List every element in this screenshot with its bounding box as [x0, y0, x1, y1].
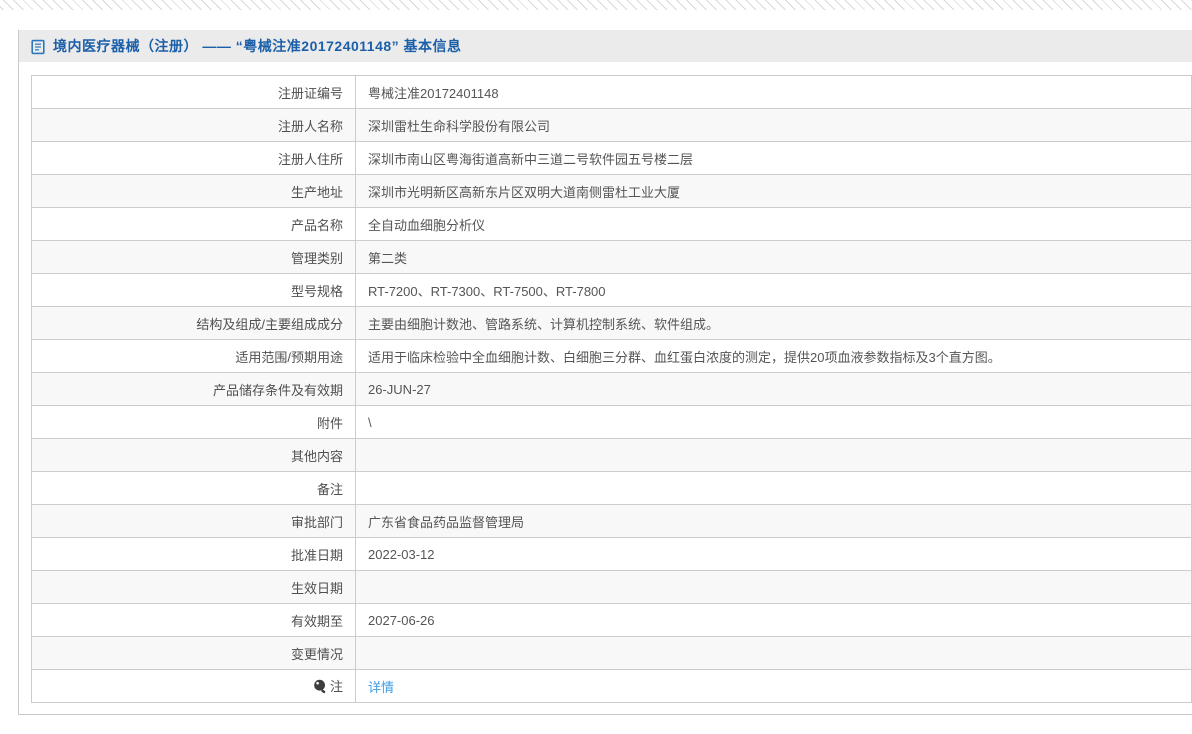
row-label: 型号规格 [31, 273, 356, 307]
row-label-text: 有效期至 [290, 613, 343, 629]
row-label: 结构及组成/主要组成成分 [31, 306, 356, 340]
page: 境内医疗器械（注册） —— “粤械注准20172401148” 基本信息 注册证… [0, 0, 1192, 734]
table-row: 生产地址 深圳市光明新区高新东片区双明大道南侧雷杜工业大厦 [31, 174, 1192, 208]
table-row: 注 详情 [31, 669, 1192, 703]
bulb-icon [313, 679, 327, 697]
registration-info-panel: 境内医疗器械（注册） —— “粤械注准20172401148” 基本信息 注册证… [18, 30, 1192, 715]
table-row: 结构及组成/主要组成成分 主要由细胞计数池、管路系统、计算机控制系统、软件组成。 [31, 306, 1192, 340]
table-row: 产品名称 全自动血细胞分析仪 [31, 207, 1192, 241]
table-row: 注册证编号 粤械注准20172401148 [31, 75, 1192, 109]
row-value: 详情 [355, 669, 1192, 703]
row-label: 管理类别 [31, 240, 356, 274]
row-label: 产品名称 [31, 207, 356, 241]
row-value: 深圳雷杜生命科学股份有限公司 [355, 108, 1192, 142]
row-label: 生效日期 [31, 570, 356, 604]
row-value: 适用于临床检验中全血细胞计数、白细胞三分群、血红蛋白浓度的测定，提供20项血液参… [355, 339, 1192, 373]
row-label: 注册证编号 [31, 75, 356, 109]
row-label-text: 生产地址 [290, 184, 343, 200]
document-icon [30, 39, 46, 55]
table-row: 审批部门 广东省食品药品监督管理局 [31, 504, 1192, 538]
row-value: 深圳市光明新区高新东片区双明大道南侧雷杜工业大厦 [355, 174, 1192, 208]
row-label: 审批部门 [31, 504, 356, 538]
row-label: 适用范围/预期用途 [31, 339, 356, 373]
row-label: 注 [31, 669, 356, 703]
registration-table: 注册证编号 粤械注准20172401148 注册人名称 深圳雷杜生命科学股份有限… [31, 75, 1192, 703]
row-label-text: 生效日期 [290, 580, 343, 596]
row-value: \ [355, 405, 1192, 439]
row-label-text: 结构及组成/主要组成成分 [196, 316, 343, 332]
top-hatch-pattern [0, 0, 1192, 10]
row-label-text: 附件 [316, 415, 343, 431]
row-label-text: 备注 [316, 481, 343, 497]
row-label: 注册人名称 [31, 108, 356, 142]
table-row: 备注 [31, 471, 1192, 505]
row-value: 主要由细胞计数池、管路系统、计算机控制系统、软件组成。 [355, 306, 1192, 340]
row-label: 变更情况 [31, 636, 356, 670]
table-row: 批准日期 2022-03-12 [31, 537, 1192, 571]
row-label-text: 审批部门 [290, 514, 343, 530]
row-label: 注册人住所 [31, 141, 356, 175]
detail-link[interactable]: 详情 [368, 680, 394, 695]
row-label-text: 产品名称 [290, 217, 343, 233]
page-title: 境内医疗器械（注册） —— “粤械注准20172401148” 基本信息 [53, 38, 462, 54]
table-row: 生效日期 [31, 570, 1192, 604]
row-value: 2027-06-26 [355, 603, 1192, 637]
row-label-text: 其他内容 [290, 448, 343, 464]
row-value: 广东省食品药品监督管理局 [355, 504, 1192, 538]
row-value [355, 570, 1192, 604]
row-value: RT-7200、RT-7300、RT-7500、RT-7800 [355, 273, 1192, 307]
table-wrap: 注册证编号 粤械注准20172401148 注册人名称 深圳雷杜生命科学股份有限… [31, 75, 1192, 703]
row-label-text: 型号规格 [290, 283, 343, 299]
row-label-text: 变更情况 [290, 646, 343, 662]
row-label-text: 注册人名称 [277, 118, 343, 134]
registration-table-body: 注册证编号 粤械注准20172401148 注册人名称 深圳雷杜生命科学股份有限… [31, 75, 1192, 703]
table-row: 变更情况 [31, 636, 1192, 670]
row-value [355, 471, 1192, 505]
table-row: 注册人住所 深圳市南山区粤海街道高新中三道二号软件园五号楼二层 [31, 141, 1192, 175]
row-label-text: 注册人住所 [277, 151, 343, 167]
panel-header: 境内医疗器械（注册） —— “粤械注准20172401148” 基本信息 [19, 30, 1192, 62]
row-value [355, 636, 1192, 670]
row-label: 生产地址 [31, 174, 356, 208]
row-label: 有效期至 [31, 603, 356, 637]
row-label: 产品储存条件及有效期 [31, 372, 356, 406]
row-label-text: 适用范围/预期用途 [235, 349, 343, 365]
table-row: 其他内容 [31, 438, 1192, 472]
row-label-text: 管理类别 [290, 250, 343, 266]
row-label: 批准日期 [31, 537, 356, 571]
row-label-text: 注 [329, 678, 343, 694]
row-label-text: 产品储存条件及有效期 [212, 382, 343, 398]
row-value: 第二类 [355, 240, 1192, 274]
row-value: 深圳市南山区粤海街道高新中三道二号软件园五号楼二层 [355, 141, 1192, 175]
table-row: 有效期至 2027-06-26 [31, 603, 1192, 637]
row-label-text: 注册证编号 [277, 85, 343, 101]
table-row: 注册人名称 深圳雷杜生命科学股份有限公司 [31, 108, 1192, 142]
row-value: 2022-03-12 [355, 537, 1192, 571]
table-row: 产品储存条件及有效期 26-JUN-27 [31, 372, 1192, 406]
row-value: 全自动血细胞分析仪 [355, 207, 1192, 241]
row-value [355, 438, 1192, 472]
row-label-text: 批准日期 [290, 547, 343, 563]
row-label: 备注 [31, 471, 356, 505]
table-row: 管理类别 第二类 [31, 240, 1192, 274]
table-row: 型号规格 RT-7200、RT-7300、RT-7500、RT-7800 [31, 273, 1192, 307]
table-row: 适用范围/预期用途 适用于临床检验中全血细胞计数、白细胞三分群、血红蛋白浓度的测… [31, 339, 1192, 373]
table-row: 附件 \ [31, 405, 1192, 439]
row-label: 其他内容 [31, 438, 356, 472]
row-label: 附件 [31, 405, 356, 439]
row-value: 粤械注准20172401148 [355, 75, 1192, 109]
row-value: 26-JUN-27 [355, 372, 1192, 406]
